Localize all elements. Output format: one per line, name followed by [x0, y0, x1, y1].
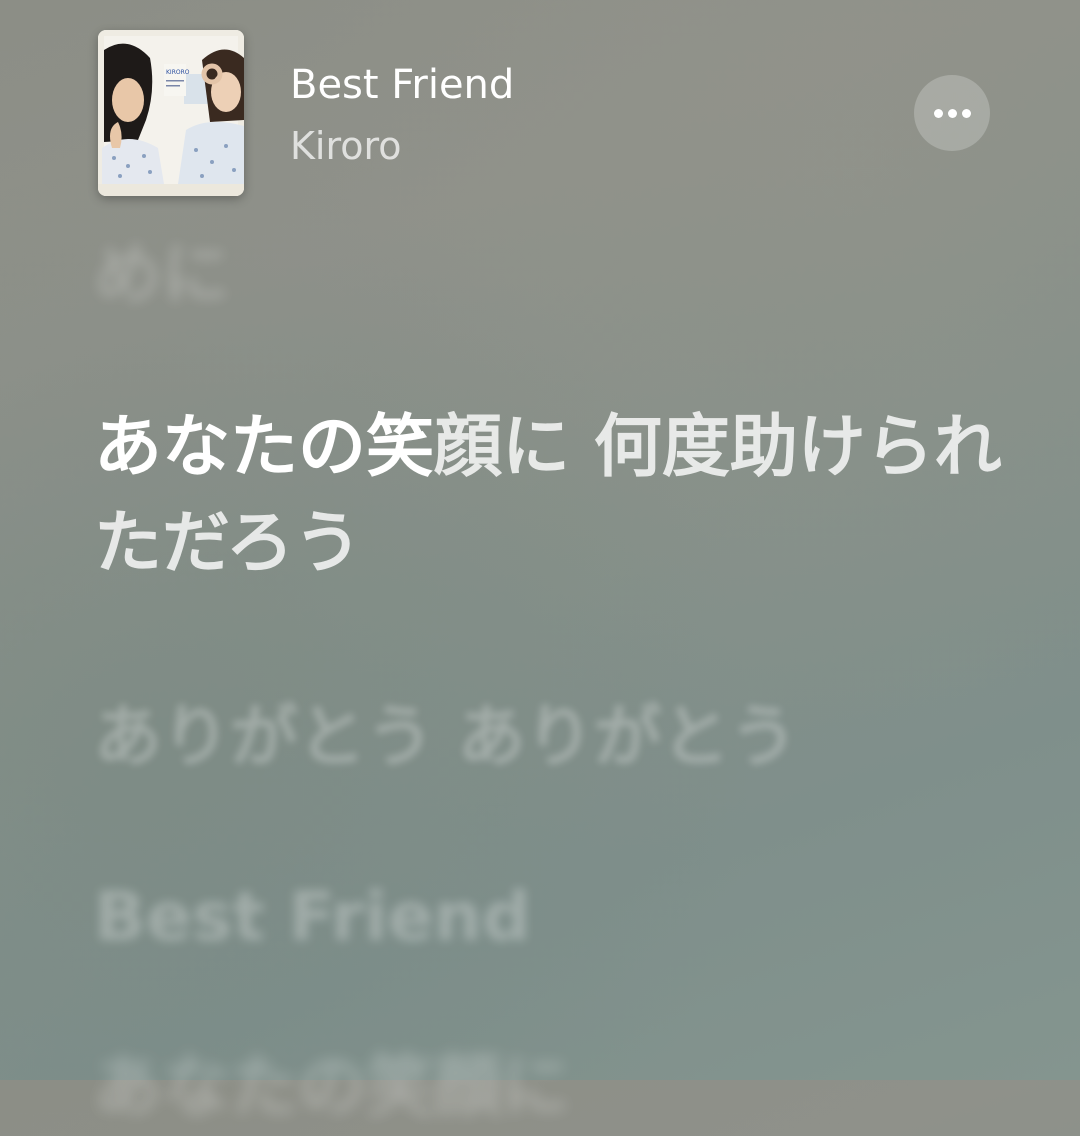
lyric-line-next[interactable]: ありがとう ありがとう — [94, 690, 1014, 786]
album-artwork-image: KIRORO — [98, 30, 244, 196]
lyric-line-previous[interactable]: めに — [94, 228, 1014, 324]
lyric-line-current[interactable]: あなたの笑顔に 何度助けられただろう — [94, 400, 1014, 592]
lyric-line-next[interactable]: あなたの笑顔に — [94, 1040, 1014, 1136]
svg-text:KIRORO: KIRORO — [166, 69, 190, 76]
ellipsis-dot — [961, 108, 971, 118]
lyric-sung-portion: あなたの笑 — [94, 408, 435, 487]
now-playing-header: KIRORO Best Friend Kiroro — [0, 0, 1080, 220]
lyric-line-next[interactable]: Best Friend — [94, 870, 1014, 966]
album-artwork[interactable]: KIRORO — [98, 30, 244, 196]
track-artist[interactable]: Kiroro — [290, 124, 402, 168]
ellipsis-icon — [933, 108, 971, 118]
track-title[interactable]: Best Friend — [290, 62, 514, 108]
ellipsis-dot — [947, 108, 957, 118]
more-options-button[interactable] — [914, 75, 990, 151]
ellipsis-dot — [933, 108, 943, 118]
